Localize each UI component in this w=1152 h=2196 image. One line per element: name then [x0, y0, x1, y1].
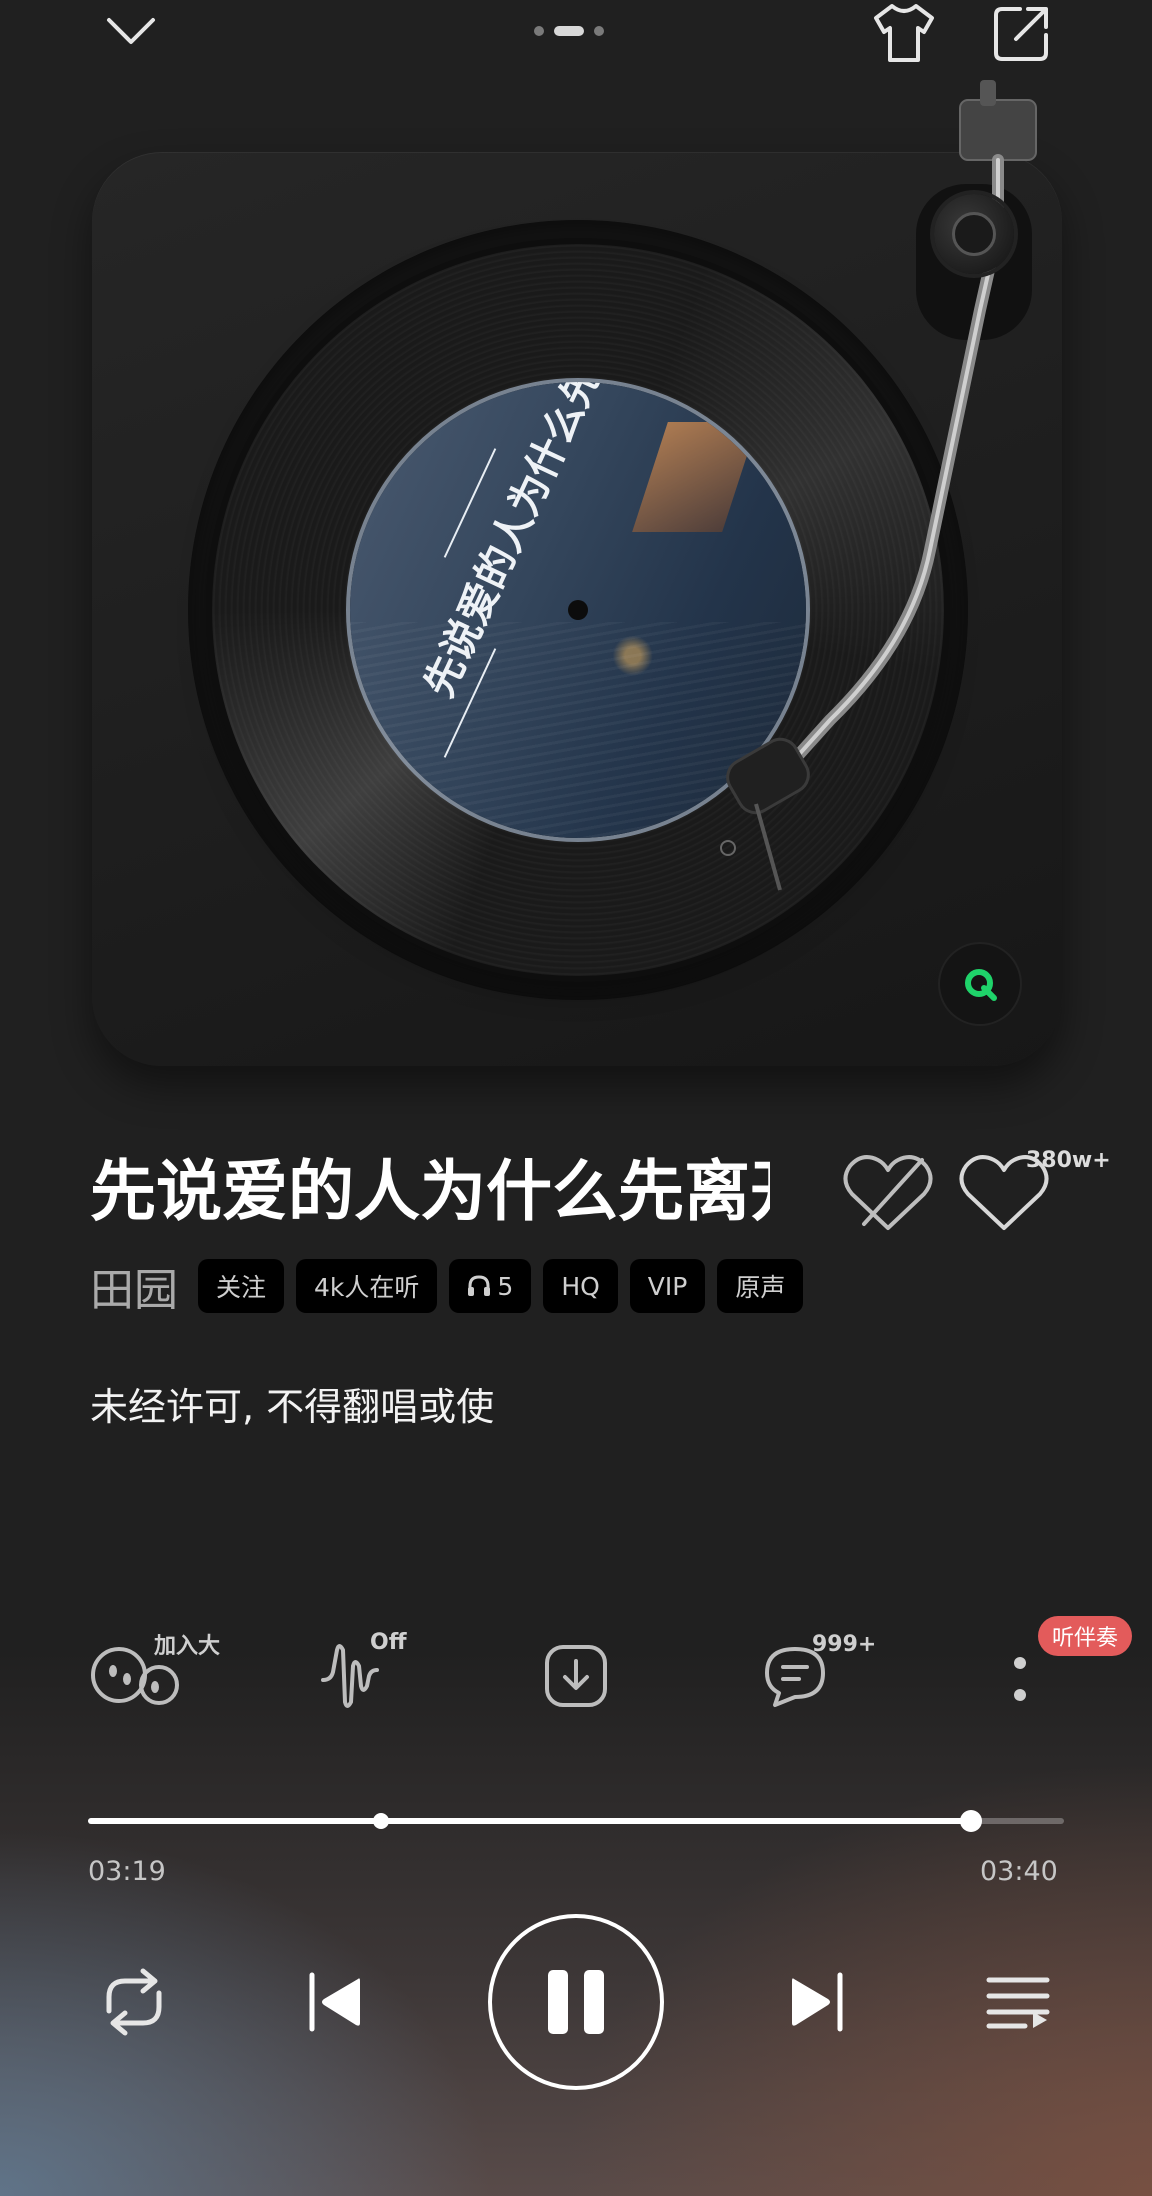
comment-count: 999+ [812, 1632, 877, 1657]
tshirt-icon [874, 4, 934, 62]
vip-tag[interactable]: VIP [629, 1259, 706, 1313]
artist-name[interactable]: 田园 [90, 1254, 178, 1318]
broken-heart-icon [843, 1155, 933, 1230]
previous-button[interactable] [292, 1960, 376, 2044]
tag-label: HQ [561, 1271, 600, 1301]
page-indicator [534, 26, 604, 36]
artist-row: 田园 关注 4k人在听 5 HQ VIP 原声 [90, 1258, 804, 1316]
tag-label: 5 [497, 1271, 514, 1301]
chevron-down-icon [107, 18, 155, 44]
more-button[interactable] [996, 1640, 1044, 1720]
more-vertical-icon [1014, 1657, 1026, 1701]
record-spindle [568, 600, 588, 620]
sound-effect-status: Off [370, 1630, 407, 1655]
previous-icon [309, 1972, 360, 2032]
download-button[interactable] [536, 1636, 616, 1716]
next-icon [792, 1972, 843, 2032]
total-time: 03:40 [980, 1856, 1058, 1887]
progress-marker[interactable] [372, 1813, 389, 1829]
accompaniment-badge[interactable]: 听伴奏 [1038, 1616, 1133, 1656]
tag-label: VIP [647, 1271, 688, 1301]
progress-bar[interactable] [88, 1810, 1064, 1832]
like-count: 380w+ [1026, 1148, 1111, 1173]
elapsed-time: 03:19 [88, 1856, 166, 1887]
headphones-tag[interactable]: 5 [449, 1259, 532, 1313]
playlist-button[interactable] [976, 1960, 1060, 2044]
pause-bar-right [584, 1970, 604, 2034]
listener-count-tag[interactable]: 4k人在听 [296, 1259, 438, 1313]
page-dot-active [554, 26, 584, 36]
repeat-button[interactable] [92, 1960, 176, 2044]
next-button[interactable] [776, 1960, 860, 2044]
original-tag[interactable]: 原声 [717, 1259, 804, 1313]
tag-label: 4k人在听 [314, 1273, 420, 1302]
dislike-button[interactable] [840, 1150, 936, 1236]
app-logo-icon [965, 969, 997, 1001]
song-title: 先说爱的人为什么先离开 [90, 1153, 770, 1230]
quality-tag[interactable]: HQ [543, 1259, 618, 1313]
pause-button[interactable] [488, 1914, 664, 2090]
pause-icon [540, 1970, 612, 2034]
listen-together-label: 加入大 [154, 1634, 221, 1659]
repeat-icon [106, 1968, 162, 2036]
headphones-icon [468, 1275, 491, 1296]
collapse-button[interactable] [96, 4, 166, 58]
tonearm-pivot-cap [952, 212, 996, 256]
follow-button[interactable]: 关注 [198, 1259, 285, 1313]
page-dot [534, 26, 544, 36]
app-badge [940, 944, 1020, 1024]
share-button[interactable] [986, 0, 1058, 66]
skin-button[interactable] [868, 0, 940, 66]
pause-bar-left [548, 1970, 568, 2034]
download-icon [545, 1645, 607, 1707]
page-dot [594, 26, 604, 36]
tag-label: 关注 [216, 1273, 267, 1302]
share-icon [994, 7, 1048, 61]
tonearm[interactable] [680, 80, 1080, 900]
tag-label: 原声 [735, 1273, 786, 1302]
copyright-notice: 未经许可, 不得翻唱或使 [90, 1385, 495, 1429]
progress-played [88, 1818, 972, 1824]
playlist-icon [986, 1977, 1050, 2029]
